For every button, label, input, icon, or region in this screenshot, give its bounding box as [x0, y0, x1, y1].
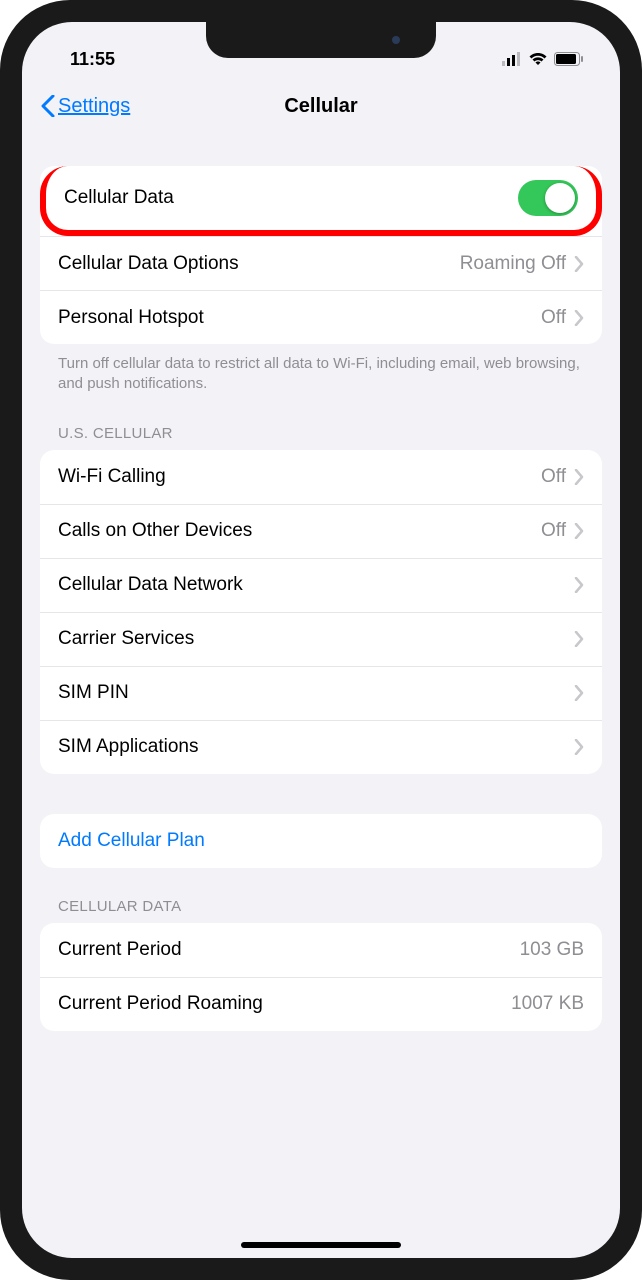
row-label: Carrier Services — [58, 628, 566, 650]
chevron-right-icon — [574, 469, 584, 485]
chevron-right-icon — [574, 310, 584, 326]
status-time: 11:55 — [70, 49, 115, 70]
row-label: Calls on Other Devices — [58, 520, 541, 542]
row-carrier-services[interactable]: Carrier Services — [40, 612, 602, 666]
row-label: Current Period — [58, 939, 520, 961]
settings-group-carrier: Wi-Fi Calling Off Calls on Other Devices… — [40, 450, 602, 774]
back-label: Settings — [58, 95, 130, 118]
page-title: Cellular — [284, 95, 357, 118]
back-button[interactable]: Settings — [40, 95, 130, 118]
row-label: Wi-Fi Calling — [58, 466, 541, 488]
row-current-period[interactable]: Current Period 103 GB — [40, 923, 602, 977]
group-footer: Turn off cellular data to restrict all d… — [40, 344, 602, 395]
row-value: 103 GB — [520, 939, 584, 961]
group-header: CELLULAR DATA — [40, 868, 602, 923]
settings-group-add-plan: Add Cellular Plan — [40, 814, 602, 868]
row-cellular-data[interactable]: Cellular Data — [40, 166, 602, 236]
row-calls-other-devices[interactable]: Calls on Other Devices Off — [40, 504, 602, 558]
row-wifi-calling[interactable]: Wi-Fi Calling Off — [40, 450, 602, 504]
row-label: Cellular Data Options — [58, 253, 460, 275]
row-value: 1007 KB — [511, 993, 584, 1015]
settings-group-cellular: Cellular Data Cellular Data Options Roam… — [40, 166, 602, 344]
row-cellular-data-options[interactable]: Cellular Data Options Roaming Off — [40, 236, 602, 290]
battery-icon — [554, 52, 584, 66]
row-label: Personal Hotspot — [58, 307, 541, 329]
row-value: Off — [541, 520, 566, 542]
row-sim-pin[interactable]: SIM PIN — [40, 666, 602, 720]
row-cellular-data-network[interactable]: Cellular Data Network — [40, 558, 602, 612]
home-indicator[interactable] — [241, 1242, 401, 1248]
row-personal-hotspot[interactable]: Personal Hotspot Off — [40, 290, 602, 344]
row-label: Cellular Data Network — [58, 574, 566, 596]
row-sim-applications[interactable]: SIM Applications — [40, 720, 602, 774]
nav-bar: Settings Cellular — [22, 78, 620, 134]
row-label: Add Cellular Plan — [58, 830, 584, 852]
chevron-right-icon — [574, 577, 584, 593]
chevron-right-icon — [574, 523, 584, 539]
wifi-icon — [528, 52, 548, 66]
row-label: Cellular Data — [64, 187, 518, 209]
group-header: U.S. CELLULAR — [40, 395, 602, 450]
row-value: Off — [541, 307, 566, 329]
chevron-right-icon — [574, 739, 584, 755]
row-add-cellular-plan[interactable]: Add Cellular Plan — [40, 814, 602, 868]
row-current-period-roaming[interactable]: Current Period Roaming 1007 KB — [40, 977, 602, 1031]
notch — [206, 22, 436, 58]
cellular-signal-icon — [502, 52, 522, 66]
chevron-right-icon — [574, 631, 584, 647]
row-value: Roaming Off — [460, 253, 566, 275]
row-label: Current Period Roaming — [58, 993, 511, 1015]
chevron-left-icon — [40, 95, 56, 117]
chevron-right-icon — [574, 256, 584, 272]
row-label: SIM Applications — [58, 736, 566, 758]
cellular-data-toggle[interactable] — [518, 180, 578, 216]
chevron-right-icon — [574, 685, 584, 701]
row-label: SIM PIN — [58, 682, 566, 704]
settings-group-data-usage: Current Period 103 GB Current Period Roa… — [40, 923, 602, 1031]
row-value: Off — [541, 466, 566, 488]
